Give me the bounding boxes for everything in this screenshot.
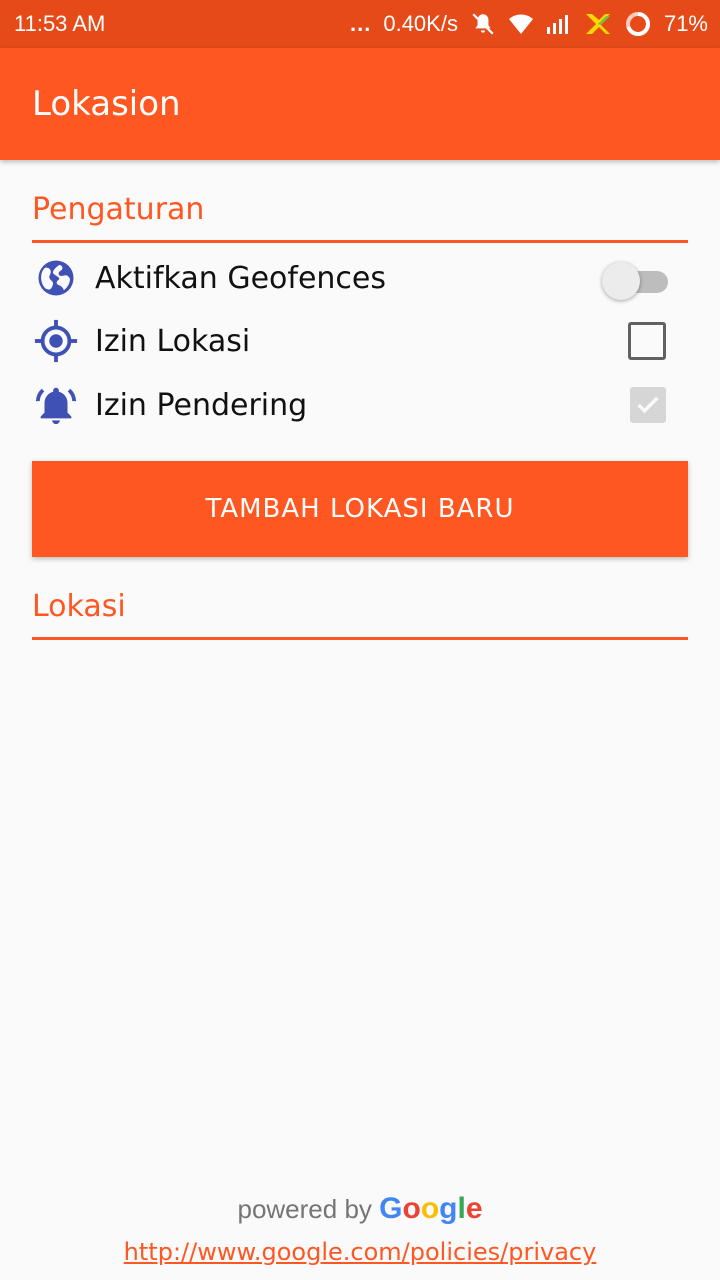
powered-by-text: powered by bbox=[237, 1194, 372, 1224]
ringer-permission-checkbox[interactable] bbox=[630, 387, 666, 423]
carrier-icon bbox=[584, 11, 612, 37]
geofences-label: Aktifkan Geofences bbox=[95, 260, 387, 296]
battery-level: 71% bbox=[663, 11, 708, 36]
more-dots-icon: ... bbox=[350, 11, 372, 36]
checkmark-icon bbox=[637, 396, 659, 414]
privacy-policy-link[interactable]: http://www.google.com/policies/privacy bbox=[0, 1238, 720, 1266]
status-bar: 11:53 AM ... 0.40K/s 71% bbox=[0, 0, 720, 48]
bell-icon bbox=[32, 381, 80, 429]
signal-icon bbox=[546, 13, 572, 35]
mute-icon bbox=[470, 11, 496, 37]
geofences-switch[interactable] bbox=[602, 258, 668, 300]
add-location-button[interactable]: TAMBAH LOKASI BARU bbox=[32, 461, 688, 557]
settings-row-ringer-permission[interactable]: Izin Pendering bbox=[32, 374, 688, 436]
powered-by-google: powered by Google bbox=[0, 1192, 720, 1226]
globe-icon bbox=[32, 254, 80, 302]
switch-thumb bbox=[602, 262, 640, 300]
google-logo: Google bbox=[379, 1192, 483, 1225]
battery-ring-icon bbox=[624, 10, 652, 38]
settings-row-location-permission[interactable]: Izin Lokasi bbox=[32, 310, 688, 372]
wifi-icon bbox=[508, 13, 534, 35]
settings-header: Pengaturan bbox=[32, 192, 205, 227]
settings-divider bbox=[32, 240, 688, 243]
status-time: 11:53 AM bbox=[14, 11, 106, 36]
location-crosshair-icon bbox=[32, 317, 80, 365]
locations-header: Lokasi bbox=[32, 589, 126, 624]
settings-row-geofences[interactable]: Aktifkan Geofences bbox=[32, 247, 688, 309]
app-title: Lokasion bbox=[32, 84, 181, 124]
locations-list bbox=[32, 645, 688, 1165]
locations-divider bbox=[32, 637, 688, 640]
location-permission-label: Izin Lokasi bbox=[95, 323, 251, 359]
ringer-permission-label: Izin Pendering bbox=[95, 387, 308, 423]
network-speed: 0.40K/s bbox=[383, 11, 458, 36]
location-permission-checkbox[interactable] bbox=[628, 322, 666, 360]
status-icons: ... 0.40K/s 71% bbox=[350, 8, 708, 40]
app-bar: Lokasion bbox=[0, 48, 720, 160]
